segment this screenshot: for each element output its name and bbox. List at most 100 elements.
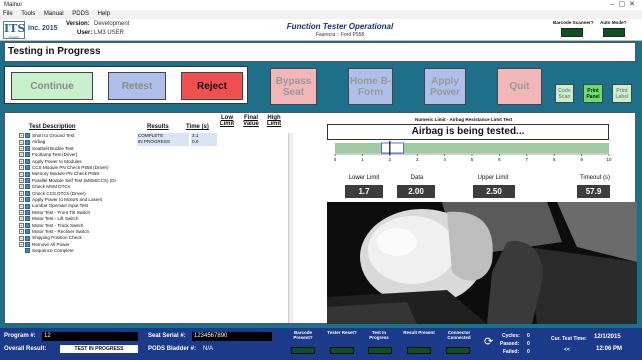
test-tree[interactable]: + Short to Ground Test COMPLETE 3.1 + Airbag I… bbox=[19, 133, 289, 293]
expand-toggle-icon[interactable]: + bbox=[19, 222, 24, 228]
cycles-label: Cycles: bbox=[502, 333, 520, 339]
test-step-icon bbox=[25, 235, 30, 241]
retest-button[interactable]: Retest bbox=[108, 72, 166, 100]
gauge-tick-label: 6 bbox=[498, 157, 501, 161]
tester-reset-led bbox=[330, 347, 354, 354]
test-row-label: Shipping Position Check bbox=[32, 235, 82, 241]
expand-toggle-icon[interactable]: + bbox=[19, 229, 24, 235]
auto-mode-label: Auto Mode? bbox=[600, 20, 627, 25]
test-list-scrollbar[interactable] bbox=[288, 133, 293, 323]
cur-test-time-value: << bbox=[564, 347, 570, 353]
window-titlebar: Mainui –▢✕ bbox=[0, 0, 642, 10]
expand-toggle-icon[interactable]: + bbox=[19, 203, 24, 209]
time-display: 12:06 PM bbox=[596, 346, 623, 352]
expand-toggle-icon[interactable]: + bbox=[19, 133, 24, 139]
expand-toggle-icon[interactable]: + bbox=[19, 190, 24, 196]
expand-toggle-icon[interactable]: + bbox=[19, 197, 24, 203]
gauge-tick-label: 8 bbox=[553, 157, 556, 161]
print-label-button[interactable]: Print Label bbox=[612, 84, 632, 103]
test-step-icon bbox=[25, 190, 30, 196]
cycles-value: 0 bbox=[527, 333, 530, 339]
bottom-status-bar: Program #: 12 Seat Serial #: 1234567890 … bbox=[0, 328, 642, 360]
expand-toggle-icon[interactable]: + bbox=[19, 178, 24, 184]
tester-subtitle: Faurecia :: Ford P558 bbox=[315, 32, 365, 38]
barcode-scanner-led bbox=[561, 28, 583, 37]
menu-manual[interactable]: Manual bbox=[44, 11, 64, 17]
home-bform-button[interactable]: Home B-Form bbox=[348, 68, 393, 105]
expand-toggle-icon[interactable]: + bbox=[19, 216, 24, 222]
test-step-icon bbox=[25, 248, 30, 254]
menu-help[interactable]: Help bbox=[98, 11, 110, 17]
gauge-tick-label: 10 bbox=[606, 157, 612, 161]
test-row-label: Footlamp Test (Driver) bbox=[32, 152, 78, 158]
reject-button[interactable]: Reject bbox=[181, 72, 243, 100]
gauge-pass-band bbox=[381, 142, 404, 154]
expand-toggle-icon[interactable]: + bbox=[19, 152, 24, 158]
passed-label: Passed: bbox=[500, 341, 520, 347]
expand-toggle-icon[interactable]: + bbox=[19, 165, 24, 171]
timeout-label: Timeout (s) bbox=[579, 175, 611, 181]
status-panel: Testing in Progress bbox=[4, 42, 636, 62]
timeout-value: 57.9 bbox=[577, 185, 610, 198]
apply-power-button[interactable]: Apply Power bbox=[424, 68, 466, 105]
test-step-icon bbox=[25, 178, 30, 184]
test-step-icon bbox=[25, 171, 30, 177]
logo-subtext: Infotech bbox=[8, 35, 20, 39]
test-in-progress-led bbox=[368, 347, 392, 354]
expand-toggle-icon[interactable]: + bbox=[19, 171, 24, 177]
test-step-icon bbox=[25, 139, 30, 145]
test-row-label: Memory Module PN Check P558 bbox=[32, 171, 99, 177]
user-value: LM3 USER bbox=[94, 30, 125, 36]
gauge-tick-label: 7 bbox=[526, 157, 529, 161]
gauge-tick-label: 3 bbox=[416, 157, 419, 161]
lower-limit-label: Lower Limit bbox=[348, 175, 380, 181]
menu-bar: File Tools Manual PDDS Help bbox=[0, 10, 642, 19]
gauge-message: Airbag is being tested... bbox=[327, 124, 609, 140]
continue-button[interactable]: Continue bbox=[11, 72, 93, 100]
expand-toggle-icon[interactable]: + bbox=[19, 184, 24, 190]
reset-counter-icon[interactable]: ⟳ bbox=[484, 337, 493, 348]
gauge-tick-label: 1 bbox=[361, 157, 364, 161]
test-row-label: Short to Ground Test bbox=[32, 133, 75, 138]
quit-button[interactable]: Quit bbox=[497, 68, 542, 105]
expand-toggle-icon[interactable]: + bbox=[19, 210, 24, 216]
date-display: 12/1/2015 bbox=[594, 334, 621, 340]
expand-toggle-icon[interactable]: + bbox=[19, 235, 24, 241]
company-logo: ITS Infotech bbox=[3, 21, 25, 39]
gauge-tick-label: 9 bbox=[580, 157, 583, 161]
test-step-icon bbox=[25, 158, 30, 164]
test-row-label: Check MSM DTCs bbox=[32, 184, 71, 190]
gauge-tick-label: 4 bbox=[443, 157, 446, 161]
bypass-seat-button[interactable]: Bypass Seat bbox=[270, 68, 317, 105]
test-row-label: CCS Module PN Check P558 (Driver) bbox=[32, 165, 109, 170]
expand-toggle-icon[interactable]: + bbox=[19, 158, 24, 164]
test-step-icon bbox=[25, 152, 30, 158]
gauge-tick-label: 0 bbox=[334, 157, 337, 161]
passed-value: 0 bbox=[527, 341, 530, 347]
version-label: Version: bbox=[66, 21, 90, 27]
code-scan-button[interactable]: Code Scan bbox=[555, 84, 574, 103]
window-title: Mainui bbox=[4, 2, 22, 8]
tester-status-title: Function Tester Operational bbox=[286, 22, 394, 31]
expand-toggle-icon[interactable]: + bbox=[19, 242, 24, 248]
print-panel-button[interactable]: Print Panel bbox=[583, 84, 603, 103]
menu-file[interactable]: File bbox=[3, 11, 13, 17]
test-row-label: Motor Test - Front Tilt Switch bbox=[32, 209, 91, 215]
upper-limit-value: 2.50 bbox=[473, 185, 515, 198]
main-panel: Test Description Results Time (s) Low Li… bbox=[4, 112, 637, 324]
test-row-label: Motor Test - Lift Switch bbox=[32, 216, 79, 222]
expand-toggle-icon[interactable]: + bbox=[19, 139, 24, 145]
gauge-scale: 0 1 2 3 4 5 6 7 8 9 10 bbox=[334, 141, 612, 161]
seat-serial-field[interactable]: 1234567890 bbox=[192, 332, 272, 341]
test-row-label: Apply Power to Motors and Lasers bbox=[32, 197, 103, 202]
test-row-label: Lumbar Operator Input Test bbox=[32, 203, 89, 209]
expand-toggle-icon[interactable]: + bbox=[19, 146, 24, 152]
test-row[interactable]: Sequence Complete bbox=[19, 248, 289, 254]
test-step-icon bbox=[25, 184, 30, 190]
window-controls[interactable]: –▢✕ bbox=[611, 0, 639, 10]
menu-pdds[interactable]: PDDS bbox=[72, 11, 89, 17]
program-field[interactable]: 12 bbox=[42, 332, 138, 341]
menu-tools[interactable]: Tools bbox=[21, 11, 35, 17]
lower-limit-value: 1.7 bbox=[345, 185, 383, 198]
cur-test-time-label: Cur. Test Time: bbox=[551, 336, 587, 342]
